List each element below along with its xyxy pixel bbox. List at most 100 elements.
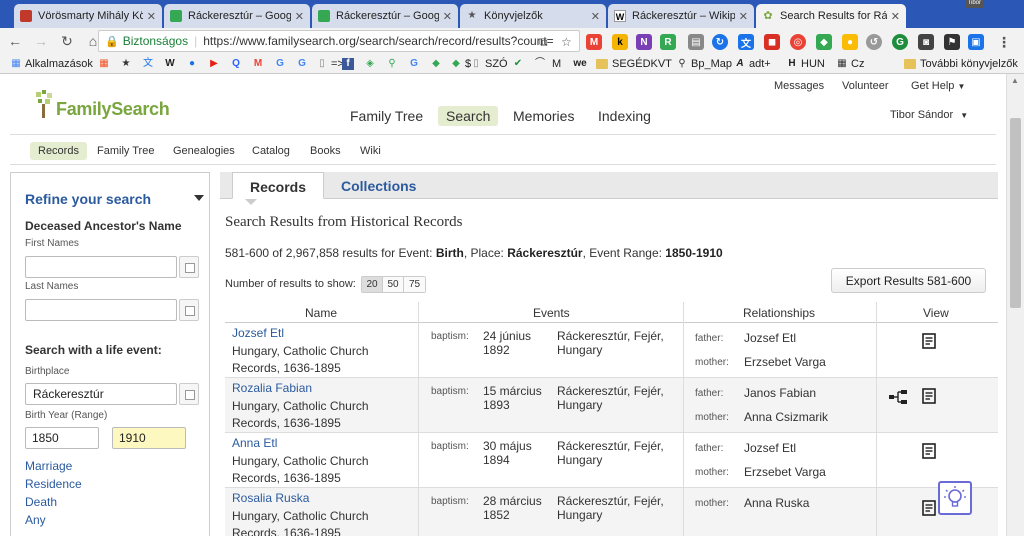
- event-link-death[interactable]: Death: [25, 495, 57, 509]
- reader-extension-icon[interactable]: ▤: [688, 34, 704, 50]
- browser-tab[interactable]: ★ Könyvjelzők ✕: [460, 4, 606, 28]
- export-results-button[interactable]: Export Results 581-600: [831, 268, 986, 293]
- reload-icon[interactable]: ↻: [56, 30, 78, 52]
- forward-icon[interactable]: →: [30, 30, 52, 52]
- nav-indexing[interactable]: Indexing: [590, 106, 659, 126]
- first-names-input[interactable]: [25, 256, 177, 278]
- document-icon[interactable]: [922, 443, 936, 459]
- last-names-input[interactable]: [25, 299, 177, 321]
- bookmark-item[interactable]: ▶: [208, 56, 223, 72]
- bookmark-item[interactable]: ▦: [98, 56, 113, 72]
- subnav-catalog[interactable]: Catalog: [244, 142, 298, 160]
- subnav-books[interactable]: Books: [302, 142, 349, 160]
- bookmark-item[interactable]: ★: [120, 56, 135, 72]
- browser-tab[interactable]: W Ráckeresztúr – Wikipéd ✕: [608, 4, 754, 28]
- browser-tab[interactable]: Ráckeresztúr – Google ✕: [164, 4, 310, 28]
- browser-tab-active[interactable]: ✿ Search Results for Ráck ✕: [756, 4, 906, 28]
- browser-tab[interactable]: Ráckeresztúr – Google ✕: [312, 4, 458, 28]
- collapse-caret-icon[interactable]: [194, 195, 204, 201]
- back-icon[interactable]: ←: [4, 30, 26, 52]
- close-icon[interactable]: ✕: [147, 10, 156, 23]
- bookmark-item[interactable]: ▦ Cz: [836, 56, 864, 72]
- nav-search[interactable]: Search: [438, 106, 499, 126]
- birth-year-from-input[interactable]: [25, 427, 99, 449]
- bookmark-item[interactable]: G: [296, 56, 311, 72]
- sync-extension-icon[interactable]: ↻: [712, 34, 728, 50]
- nav-memories[interactable]: Memories: [505, 106, 582, 126]
- bookmark-item[interactable]: we: [572, 56, 591, 72]
- bookmark-folder[interactable]: További könyvjelzők: [904, 56, 1018, 72]
- scroll-thumb[interactable]: [1010, 118, 1021, 308]
- bookmark-item[interactable]: G: [274, 56, 289, 72]
- bookmark-item[interactable]: ◆ $: [450, 56, 471, 72]
- ring-extension-icon[interactable]: ◎: [790, 34, 806, 50]
- close-icon[interactable]: ✕: [739, 10, 748, 23]
- bookmark-item[interactable]: ▯ SZÓ: [470, 56, 507, 72]
- document-icon[interactable]: [922, 500, 936, 516]
- bookmark-item[interactable]: G: [408, 56, 423, 72]
- bookmark-item[interactable]: ▯ =>: [316, 56, 344, 72]
- bookmark-item[interactable]: H HUN: [786, 56, 824, 72]
- bookmark-item[interactable]: ⌒: [534, 56, 549, 72]
- bookmark-item[interactable]: M: [252, 56, 267, 72]
- user-menu[interactable]: Tibor Sándor ▼: [890, 109, 968, 121]
- event-link-residence[interactable]: Residence: [25, 477, 82, 491]
- helper-button[interactable]: [938, 481, 972, 515]
- subnav-genealogies[interactable]: Genealogies: [165, 142, 243, 160]
- bookmark-item[interactable]: ●: [186, 56, 201, 72]
- record-name-link[interactable]: Jozsef Etl: [232, 326, 284, 340]
- birthplace-exact-checkbox[interactable]: [179, 383, 199, 405]
- nav-family-tree[interactable]: Family Tree: [342, 106, 431, 126]
- record-name-link[interactable]: Anna Etl: [232, 436, 277, 450]
- red-extension-icon[interactable]: ◼: [764, 34, 780, 50]
- document-icon[interactable]: [922, 333, 936, 349]
- bookmark-star-icon[interactable]: ☆: [561, 35, 572, 49]
- tab-records[interactable]: Records: [232, 172, 325, 199]
- refine-title[interactable]: Refine your search: [25, 191, 151, 207]
- translate-icon[interactable]: ⧉: [539, 35, 548, 50]
- gmail-extension-icon[interactable]: M: [586, 34, 602, 50]
- bookmark-item[interactable]: Q: [230, 56, 245, 72]
- bookmark-item[interactable]: M: [552, 56, 561, 72]
- page-size-option[interactable]: 50: [383, 277, 404, 292]
- menu-icon[interactable]: ⋮: [996, 34, 1012, 50]
- document-icon[interactable]: [922, 388, 936, 404]
- page-size-option[interactable]: 75: [404, 277, 425, 292]
- subnav-family-tree[interactable]: Family Tree: [89, 142, 162, 160]
- first-names-exact-checkbox[interactable]: [179, 256, 199, 278]
- event-link-marriage[interactable]: Marriage: [25, 459, 72, 473]
- browser-tab[interactable]: Vörösmarty Mihály Köny ✕: [14, 4, 162, 28]
- record-name-link[interactable]: Rozalia Fabian: [232, 381, 312, 395]
- last-names-exact-checkbox[interactable]: [179, 299, 199, 321]
- photo-extension-icon[interactable]: ▣: [968, 34, 984, 50]
- volunteer-link[interactable]: Volunteer: [842, 80, 888, 92]
- page-scrollbar[interactable]: ▲: [1006, 74, 1024, 536]
- record-name-link[interactable]: Rosalia Ruska: [232, 491, 309, 505]
- family-tree-icon[interactable]: [889, 390, 907, 404]
- scroll-up-icon[interactable]: ▲: [1011, 76, 1019, 85]
- subnav-wiki[interactable]: Wiki: [352, 142, 389, 160]
- bookmark-item[interactable]: ◆: [430, 56, 445, 72]
- close-icon[interactable]: ✕: [891, 10, 900, 23]
- pin-extension-icon[interactable]: ⚑: [944, 34, 960, 50]
- bookmark-apps[interactable]: ▦ Alkalmazások: [10, 56, 93, 72]
- bookmark-folder[interactable]: SEGÉDKVT: [596, 56, 672, 72]
- address-bar[interactable]: 🔒 Biztonságos | https://www.familysearch…: [98, 30, 580, 52]
- close-icon[interactable]: ✕: [295, 10, 304, 23]
- yellow-extension-icon[interactable]: ●: [842, 34, 858, 50]
- r-extension-icon[interactable]: R: [660, 34, 676, 50]
- tab-collections[interactable]: Collections: [324, 172, 433, 199]
- familysearch-logo[interactable]: FamilySearch: [34, 90, 170, 120]
- bookmark-item[interactable]: ⚲ Bp_Map: [676, 56, 732, 72]
- subnav-records[interactable]: Records: [30, 142, 87, 160]
- green-extension-icon[interactable]: ◆: [816, 34, 832, 50]
- messages-link[interactable]: Messages: [774, 80, 824, 92]
- k-extension-icon[interactable]: k: [612, 34, 628, 50]
- bookmark-item[interactable]: 文: [142, 56, 157, 72]
- bookmark-item[interactable]: ✔: [512, 56, 527, 72]
- bookmark-item[interactable]: W: [164, 56, 179, 72]
- onenote-extension-icon[interactable]: N: [636, 34, 652, 50]
- bookmark-item[interactable]: f: [342, 56, 357, 72]
- translate-extension-icon[interactable]: 文: [738, 34, 754, 50]
- birthplace-input[interactable]: [25, 383, 177, 405]
